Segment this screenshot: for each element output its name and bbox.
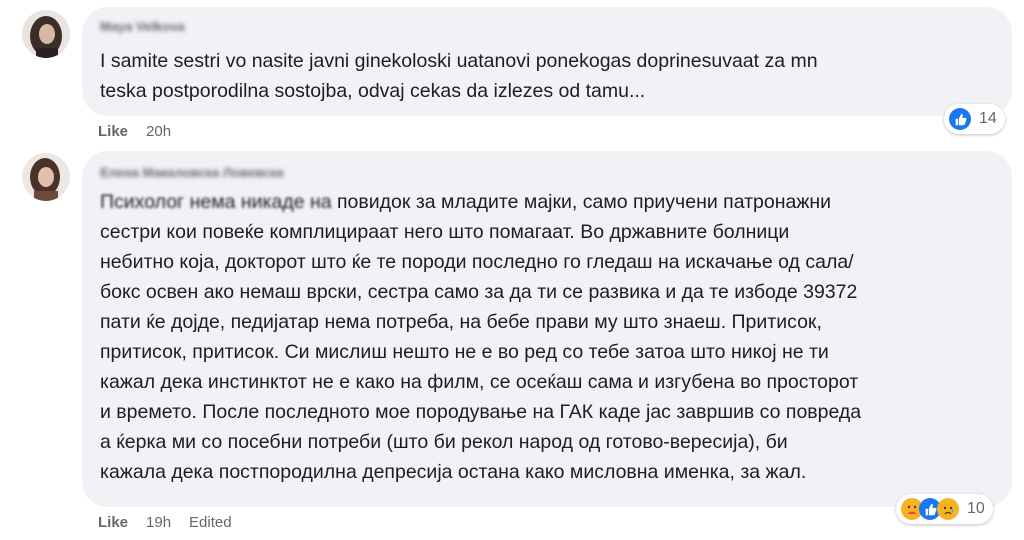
comment-text: Психолог нема никаде на повидок за млади… — [100, 187, 1000, 487]
sad-icon — [937, 498, 959, 520]
comment-actions: Like 20h — [98, 123, 171, 140]
comment-text-body: повидок за младите мајки, само приучени … — [100, 191, 862, 483]
avatar[interactable] — [22, 153, 70, 201]
comment-text: I samite sestri vo nasite javni ginekolo… — [100, 50, 818, 102]
comment-text-blurred-start: Психолог нема никаде на — [100, 191, 337, 213]
like-button[interactable]: Like — [98, 514, 128, 531]
edited-label[interactable]: Edited — [189, 514, 232, 531]
reaction-count: 10 — [967, 500, 985, 517]
reaction-summary[interactable]: 14 — [944, 104, 1005, 134]
comment-actions: Like 19h Edited — [98, 514, 232, 531]
like-icon — [949, 108, 971, 130]
comment-time[interactable]: 19h — [146, 514, 171, 531]
reaction-summary[interactable]: 10 — [896, 494, 993, 524]
like-button[interactable]: Like — [98, 123, 128, 140]
comment-author[interactable]: Елена Макаловска Ловевска — [100, 165, 284, 180]
comment-bubble: Maya Velkova I samite sestri vo nasite j… — [82, 7, 1012, 116]
comment-bubble: Елена Макаловска Ловевска Психолог нема … — [82, 151, 1012, 507]
comment-time[interactable]: 20h — [146, 123, 171, 140]
comment-author[interactable]: Maya Velkova — [100, 19, 185, 34]
reaction-count: 14 — [979, 110, 997, 127]
avatar[interactable] — [22, 10, 70, 58]
